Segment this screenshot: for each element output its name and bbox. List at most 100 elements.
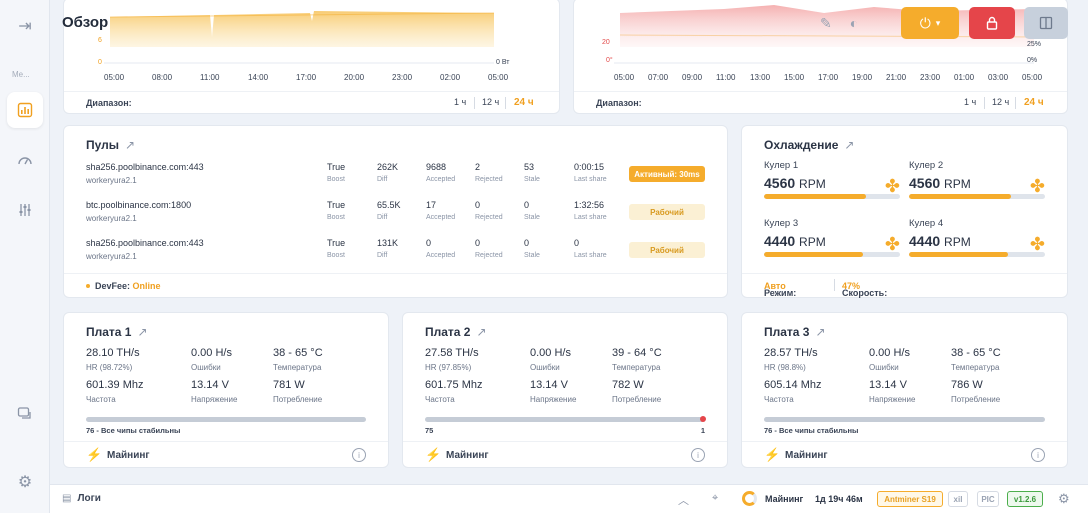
open-arrow-icon[interactable]: ↗ xyxy=(137,325,147,339)
range-1h[interactable]: 1 ч xyxy=(964,97,976,107)
board-temp-label: Температура xyxy=(612,363,661,372)
divider xyxy=(984,97,985,109)
pool-accepted: 9688 xyxy=(426,162,447,172)
toggle-icon[interactable]: ◐ xyxy=(850,15,858,31)
sidebar-item-overview[interactable] xyxy=(7,92,43,128)
board-voltage-label: Напряжение xyxy=(191,395,238,404)
chip-status-text: 76 - Все чипы стабильны xyxy=(86,426,181,435)
devfee-row: DevFee: Online xyxy=(64,273,727,297)
range-1h[interactable]: 1 ч xyxy=(454,97,466,107)
sliders-icon xyxy=(19,204,31,216)
x-tick: 03:00 xyxy=(988,73,1009,82)
info-icon[interactable]: i xyxy=(1031,448,1045,462)
info-icon[interactable]: i xyxy=(691,448,705,462)
x-tick: 05:00 xyxy=(104,73,125,82)
board-freq: 601.75 Mhz xyxy=(425,379,483,391)
lock-button[interactable] xyxy=(969,7,1015,39)
sidebar-item-settings[interactable] xyxy=(7,192,43,228)
pool-boost-label: Boost xyxy=(327,214,345,221)
pool-accepted: 0 xyxy=(426,238,432,248)
side-panel-button[interactable] xyxy=(1024,7,1068,39)
pools-title-wrap: Пулы ↗ xyxy=(86,138,135,152)
model-badge: Antminer S19 xyxy=(877,491,943,507)
pool-boost-label: Boost xyxy=(327,176,345,183)
board-temp-label: Температура xyxy=(951,363,1000,372)
x-tick: 23:00 xyxy=(392,73,413,82)
pool-diff-label: Diff xyxy=(377,176,388,183)
edit-icon[interactable]: ✎ xyxy=(820,15,832,32)
devfee-value: Online xyxy=(132,281,161,291)
logs-button[interactable]: ▤ Логи xyxy=(62,493,101,504)
range-selector: Диапазон: 1 ч 12 ч 24 ч xyxy=(574,91,1067,113)
pool-row: sha256.poolbinance.com:443 workeryura2.1 T… xyxy=(86,238,707,268)
pool-last-share-label: Last share xyxy=(574,176,607,183)
status-dot xyxy=(86,284,90,288)
board-voltage: 13.14 V xyxy=(530,379,568,391)
cooling-title: Охлаждение xyxy=(764,138,839,152)
board-power: 786 W xyxy=(951,379,983,391)
pool-rejected-label: Rejected xyxy=(475,214,503,221)
locate-icon[interactable]: ⌖ xyxy=(712,492,718,505)
sidebar-item-performance[interactable] xyxy=(7,142,43,178)
info-icon[interactable]: i xyxy=(352,448,366,462)
fan-rpm-unit: RPM xyxy=(944,235,971,249)
board-title-wrap: Плата 2 ↗ xyxy=(425,325,487,339)
uptime: 1д 19ч 46м xyxy=(815,494,863,504)
fan-name: Кулер 4 xyxy=(909,218,944,229)
fan-rpm-value: 4440 xyxy=(909,233,941,249)
board-freq-label: Частота xyxy=(764,395,794,404)
board-mode: Майнинг xyxy=(785,450,828,461)
board-errors-label: Ошибки xyxy=(191,363,221,372)
range-12h[interactable]: 12 ч xyxy=(992,97,1009,107)
pool-boost-label: Boost xyxy=(327,252,345,259)
pool-stale: 53 xyxy=(524,162,535,172)
lock-icon xyxy=(986,16,998,30)
gear-icon[interactable]: ⚙ xyxy=(1058,491,1070,507)
board-footer: ⚡ Майнинг i xyxy=(64,441,388,467)
pool-stale: 0 xyxy=(524,200,530,210)
chip-status-bar xyxy=(764,417,1045,422)
x-tick: 21:00 xyxy=(886,73,907,82)
open-arrow-icon[interactable]: ↗ xyxy=(476,325,486,339)
range-12h[interactable]: 12 ч xyxy=(482,97,499,107)
loading-spinner-icon xyxy=(742,491,757,506)
sidebar-item-system[interactable]: ⚙ xyxy=(7,464,43,500)
fan-speed-bar xyxy=(764,194,900,199)
pool-diff-label: Diff xyxy=(377,252,388,259)
chip-status-bar xyxy=(425,416,706,422)
board-freq-label: Частота xyxy=(425,395,455,404)
power-menu-button[interactable]: ⏻ ▾ xyxy=(901,7,959,39)
open-arrow-icon[interactable]: ↗ xyxy=(844,138,854,152)
board-errors: 0.00 H/s xyxy=(869,347,910,359)
board-temp: 39 - 64 °C xyxy=(612,347,662,359)
board-mode: Майнинг xyxy=(446,450,489,461)
pool-diff: 262K xyxy=(377,162,399,172)
fan-name: Кулер 1 xyxy=(764,160,799,171)
board-freq-label: Частота xyxy=(86,395,116,404)
file-icon: ▤ xyxy=(62,493,72,504)
fan-icon: ✤ xyxy=(884,234,900,254)
board-voltage: 13.14 V xyxy=(869,379,907,391)
devfee-label: DevFee: xyxy=(95,281,131,291)
pool-accepted-label: Accepted xyxy=(426,252,456,259)
collapse-sidebar-icon[interactable]: ⇥ xyxy=(7,8,43,44)
pool-stale: 0 xyxy=(524,238,530,248)
divider xyxy=(474,97,475,109)
pool-rejected: 0 xyxy=(475,200,481,210)
x-tick: 09:00 xyxy=(682,73,703,82)
fan-rpm: 4560 RPM xyxy=(764,175,900,191)
sidebar-item-chat[interactable] xyxy=(7,396,43,432)
fan-4: Кулер 4 4440 RPM ✤ xyxy=(909,218,1045,257)
pic-badge: PIC xyxy=(977,491,999,507)
open-arrow-icon[interactable]: ↗ xyxy=(815,325,825,339)
chevron-up-icon[interactable]: ︿ xyxy=(678,492,689,508)
x-tick: 05:00 xyxy=(488,73,509,82)
x-tick: 13:00 xyxy=(750,73,771,82)
pool-boost: True xyxy=(327,238,346,248)
range-24h[interactable]: 24 ч xyxy=(1024,97,1044,108)
open-arrow-icon[interactable]: ↗ xyxy=(125,138,135,152)
fan-speed-fill xyxy=(909,252,1009,257)
range-24h[interactable]: 24 ч xyxy=(514,97,534,108)
y-tick: 20 xyxy=(602,39,610,46)
xil-badge: xil xyxy=(948,491,968,507)
